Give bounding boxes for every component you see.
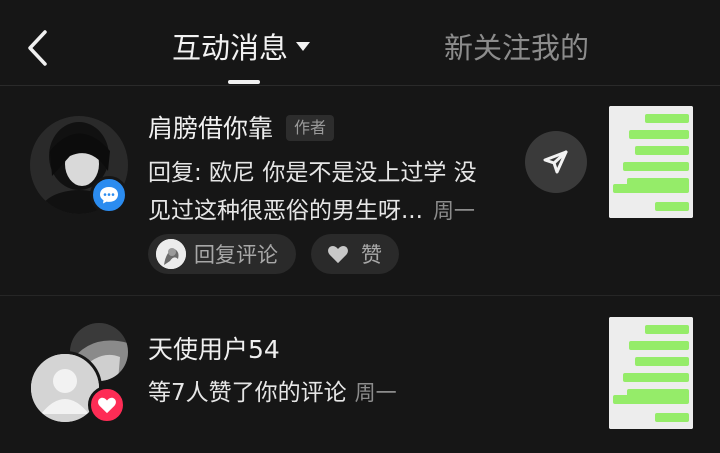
video-thumbnail[interactable] — [609, 106, 693, 218]
back-button[interactable] — [18, 26, 58, 70]
tab-interaction-messages[interactable]: 互动消息 — [172, 28, 311, 68]
reply-comment-button[interactable]: 回复评论 — [148, 234, 296, 274]
like-label: 赞 — [361, 243, 382, 267]
like-message[interactable]: 等7人赞了你的评论 周一 — [148, 375, 397, 411]
comment-badge — [90, 176, 128, 214]
my-avatar-icon — [156, 239, 186, 269]
heart-icon — [328, 245, 348, 264]
top-nav-bar: 互动消息 新关注我的 — [0, 0, 720, 86]
chat-screenshot-thumbnail — [609, 317, 693, 429]
reply-message-text: 回复: 欧尼 你是不是没上过学 没见过这种很恶俗的男生呀... — [148, 160, 477, 224]
active-tab-indicator — [228, 80, 260, 84]
user-name[interactable]: 天使用户54 — [148, 333, 280, 367]
author-tag: 作者 — [286, 115, 335, 141]
comment-icon — [100, 187, 118, 204]
video-thumbnail[interactable] — [609, 317, 693, 429]
chat-screenshot-thumbnail — [609, 106, 693, 218]
tab-new-followers[interactable]: 新关注我的 — [444, 28, 589, 68]
like-badge — [88, 386, 126, 424]
reply-message[interactable]: 回复: 欧尼 你是不是没上过学 没见过这种很恶俗的男生呀... 周一 — [148, 154, 498, 230]
notification-row[interactable]: 天使用户54 等7人赞了你的评论 周一 — [0, 297, 720, 453]
like-message-text: 等7人赞了你的评论 — [148, 380, 347, 406]
interaction-messages-screen: 互动消息 新关注我的 肩膀借你靠 作者 回复: 欧尼 你是不是没上过学 没见过这… — [0, 0, 720, 453]
like-button[interactable]: 赞 — [311, 234, 399, 274]
tab-new-followers-label: 新关注我的 — [444, 31, 590, 65]
caret-down-icon — [296, 41, 311, 51]
notification-row[interactable]: 肩膀借你靠 作者 回复: 欧尼 你是不是没上过学 没见过这种很恶俗的男生呀...… — [0, 86, 720, 296]
chevron-left-icon — [28, 30, 47, 66]
timestamp: 周一 — [432, 199, 475, 223]
user-name[interactable]: 肩膀借你靠 — [148, 112, 273, 146]
heart-icon — [98, 397, 116, 414]
tab-interaction-messages-label: 互动消息 — [172, 31, 289, 65]
reply-comment-label: 回复评论 — [194, 243, 278, 267]
timestamp: 周一 — [354, 381, 397, 405]
send-button[interactable] — [525, 131, 587, 193]
send-icon — [543, 150, 568, 174]
